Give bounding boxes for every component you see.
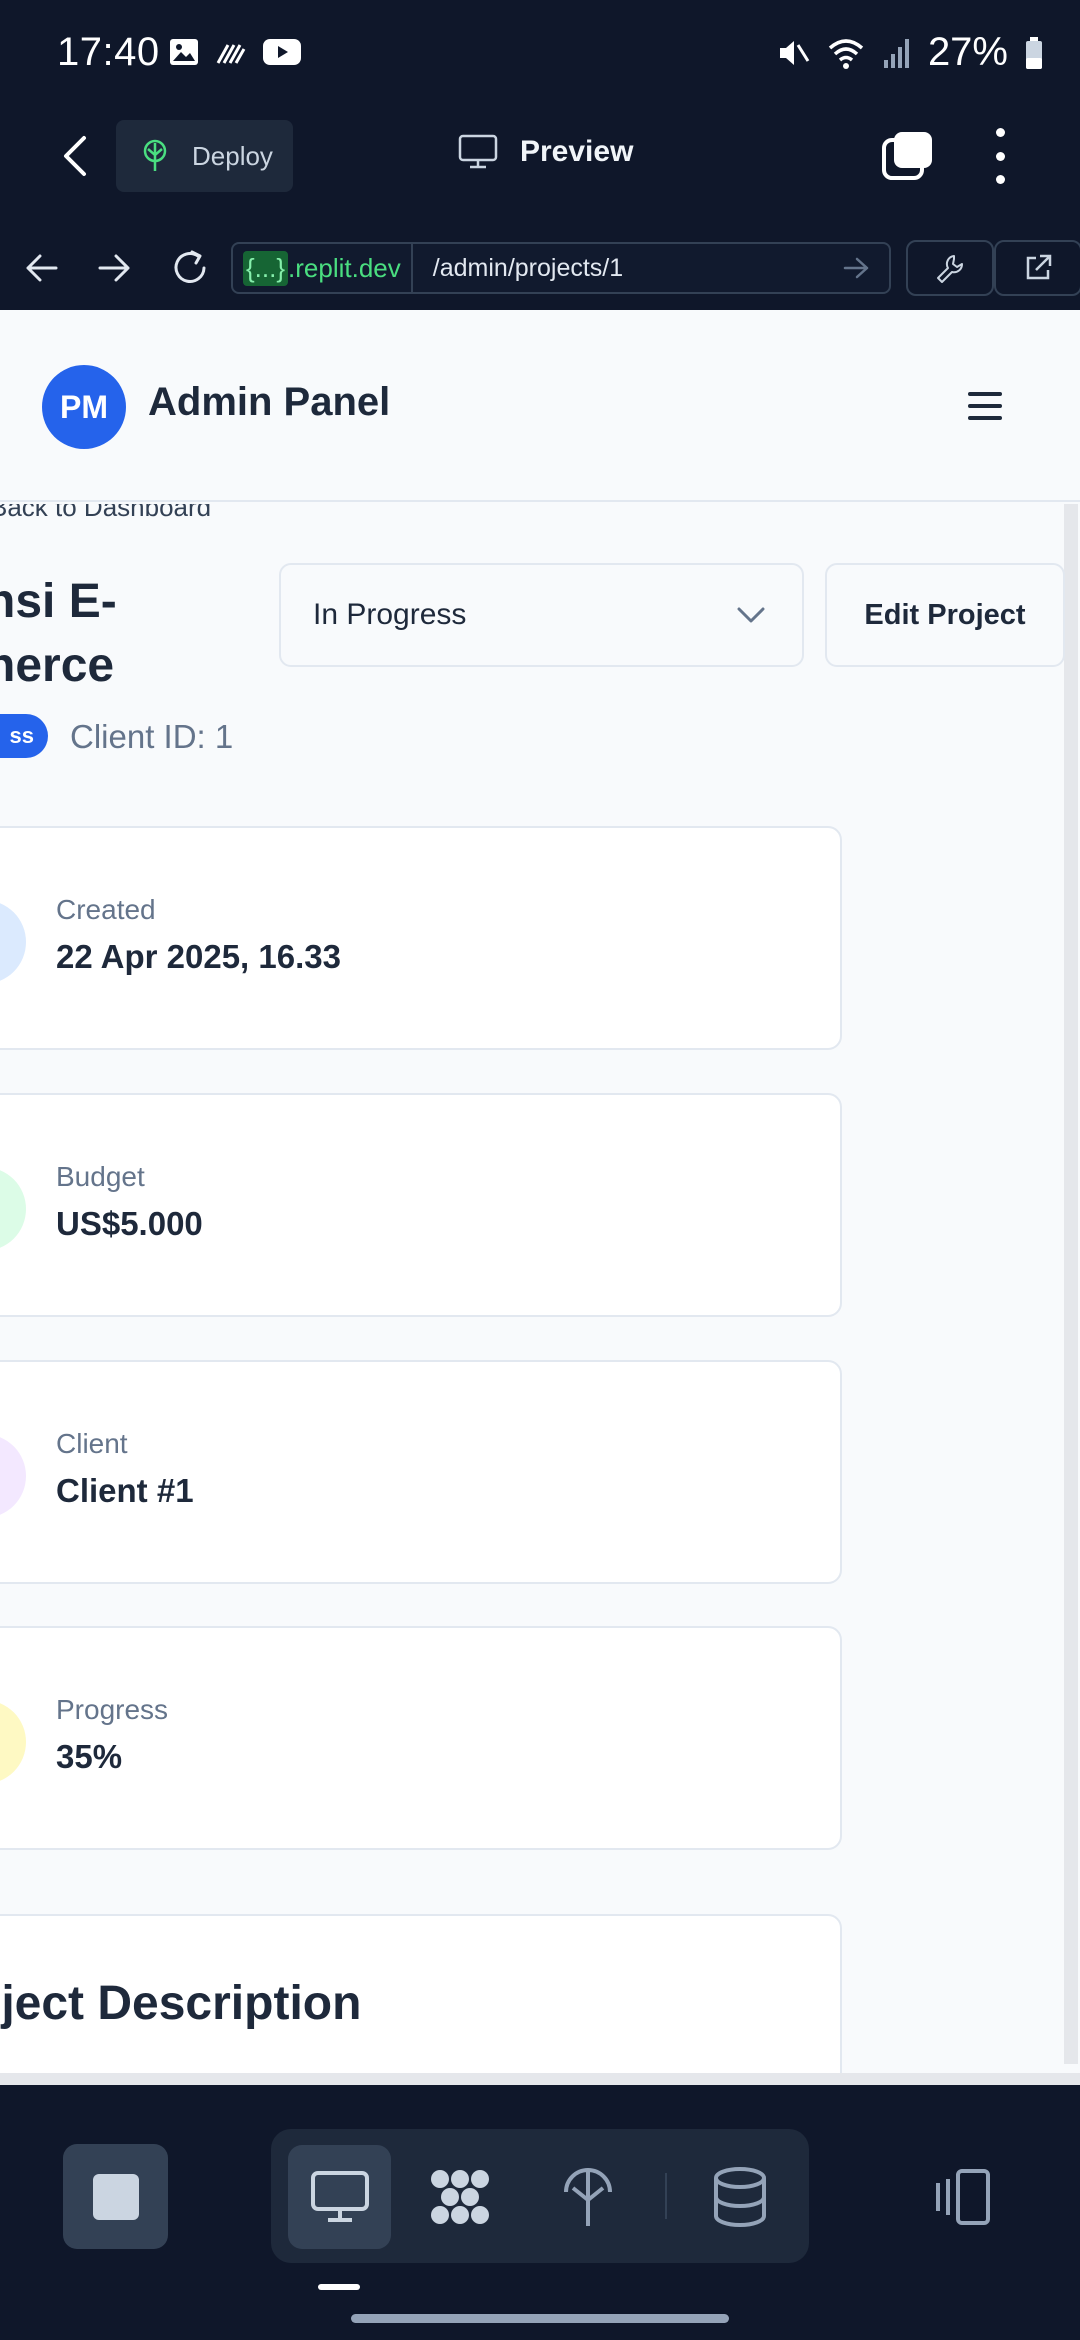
reload-icon[interactable] [170,248,210,288]
stop-icon [92,2173,139,2220]
home-indicator[interactable] [351,2314,729,2323]
devtools-button[interactable] [906,240,994,296]
card-label: Budget [56,1161,145,1192]
vertical-scrollbar[interactable] [1064,504,1078,2064]
chevron-down-icon [737,607,765,623]
wrench-icon [937,255,963,283]
deploy-button[interactable]: Deploy [116,120,293,192]
tool-divider [665,2173,667,2219]
arrow-left-icon[interactable] [24,250,60,286]
status-select[interactable]: In Progress [279,563,804,667]
battery-icon [1026,36,1042,69]
horizontal-scrollbar[interactable] [0,2073,1080,2085]
mute-icon [779,40,810,65]
hamburger-icon[interactable] [968,392,1002,420]
menu-icon[interactable] [985,128,1015,184]
project-title: nsi E- nerce [0,570,226,698]
cell-icon [883,38,909,68]
nodes-tool-button[interactable] [408,2145,511,2249]
database-icon [713,2167,766,2227]
url-bar[interactable]: {...} .replit.dev /admin/projects/1 [231,242,891,294]
site-header: PM Admin Panel [0,310,1080,502]
wifi-icon [828,38,864,69]
url-path[interactable]: /admin/projects/1 [413,254,841,283]
preview-label: Preview [520,135,634,168]
deploy-tool-button[interactable] [536,2145,639,2249]
budget-card: Budget US$5.000 [0,1093,842,1317]
preview-icon [310,2171,369,2222]
open-external-button[interactable] [994,240,1080,296]
preview-title: Preview [458,134,633,170]
tabs-icon[interactable] [880,130,934,182]
card-label: Created [56,894,156,925]
description-card: oject Description [0,1914,842,2085]
battery-percent: 27% [927,30,1008,74]
created-icon [0,900,26,984]
monitor-icon [458,134,498,169]
card-value: 22 Apr 2025, 16.33 [56,938,341,975]
deploy-label: Deploy [192,140,273,171]
status-badge: ss [0,714,48,758]
progress-card: Progress 35% [0,1626,842,1850]
progress-icon [0,1700,26,1784]
layout-icon[interactable] [930,2165,994,2229]
signal-icon [216,44,246,64]
client-icon [0,1434,26,1518]
card-value: Client #1 [56,1472,194,1509]
go-icon[interactable] [841,253,871,283]
budget-icon [0,1167,26,1251]
avatar: PM [42,365,126,449]
image-icon [170,39,198,65]
deploy-icon [143,139,167,171]
stop-button[interactable] [63,2144,168,2249]
page-content: Back to Dashboard nsi E- nerce ss Client… [0,504,1080,2085]
created-card: Created 22 Apr 2025, 16.33 [0,826,842,1050]
external-link-icon [1026,254,1052,280]
youtube-icon [263,39,301,65]
status-time: 17:40 [57,30,160,74]
status-select-value: In Progress [313,598,467,631]
status-right: 27% [774,30,1044,75]
url-host-brace: {...} [243,250,289,286]
card-value: US$5.000 [56,1205,203,1242]
client-id: Client ID: 1 [70,718,234,755]
card-value: 35% [56,1738,123,1775]
database-tool-button[interactable] [688,2145,791,2249]
project-title-text: nsi E- nerce [0,575,117,692]
nodes-icon [430,2170,489,2224]
card-label: Progress [56,1694,169,1725]
active-indicator [318,2284,360,2290]
back-icon[interactable] [52,128,96,184]
back-to-dashboard-link[interactable]: Back to Dashboard [0,504,211,523]
edit-project-button[interactable]: Edit Project [825,563,1065,667]
notification-icons [168,36,302,68]
site-title: Admin Panel [148,380,391,424]
preview-tool-button[interactable] [288,2145,391,2249]
tool-switcher [271,2129,809,2263]
url-host: {...} .replit.dev [233,244,413,292]
client-card: Client Client #1 [0,1360,842,1584]
card-label: Client [56,1428,128,1459]
url-host-domain: .replit.dev [288,252,401,283]
description-title: oject Description [0,1977,362,2030]
arrow-right-icon[interactable] [96,250,132,286]
web-viewport: PM Admin Panel Back to Dashboard nsi E- … [0,310,1080,2085]
deploy-icon [563,2168,612,2226]
